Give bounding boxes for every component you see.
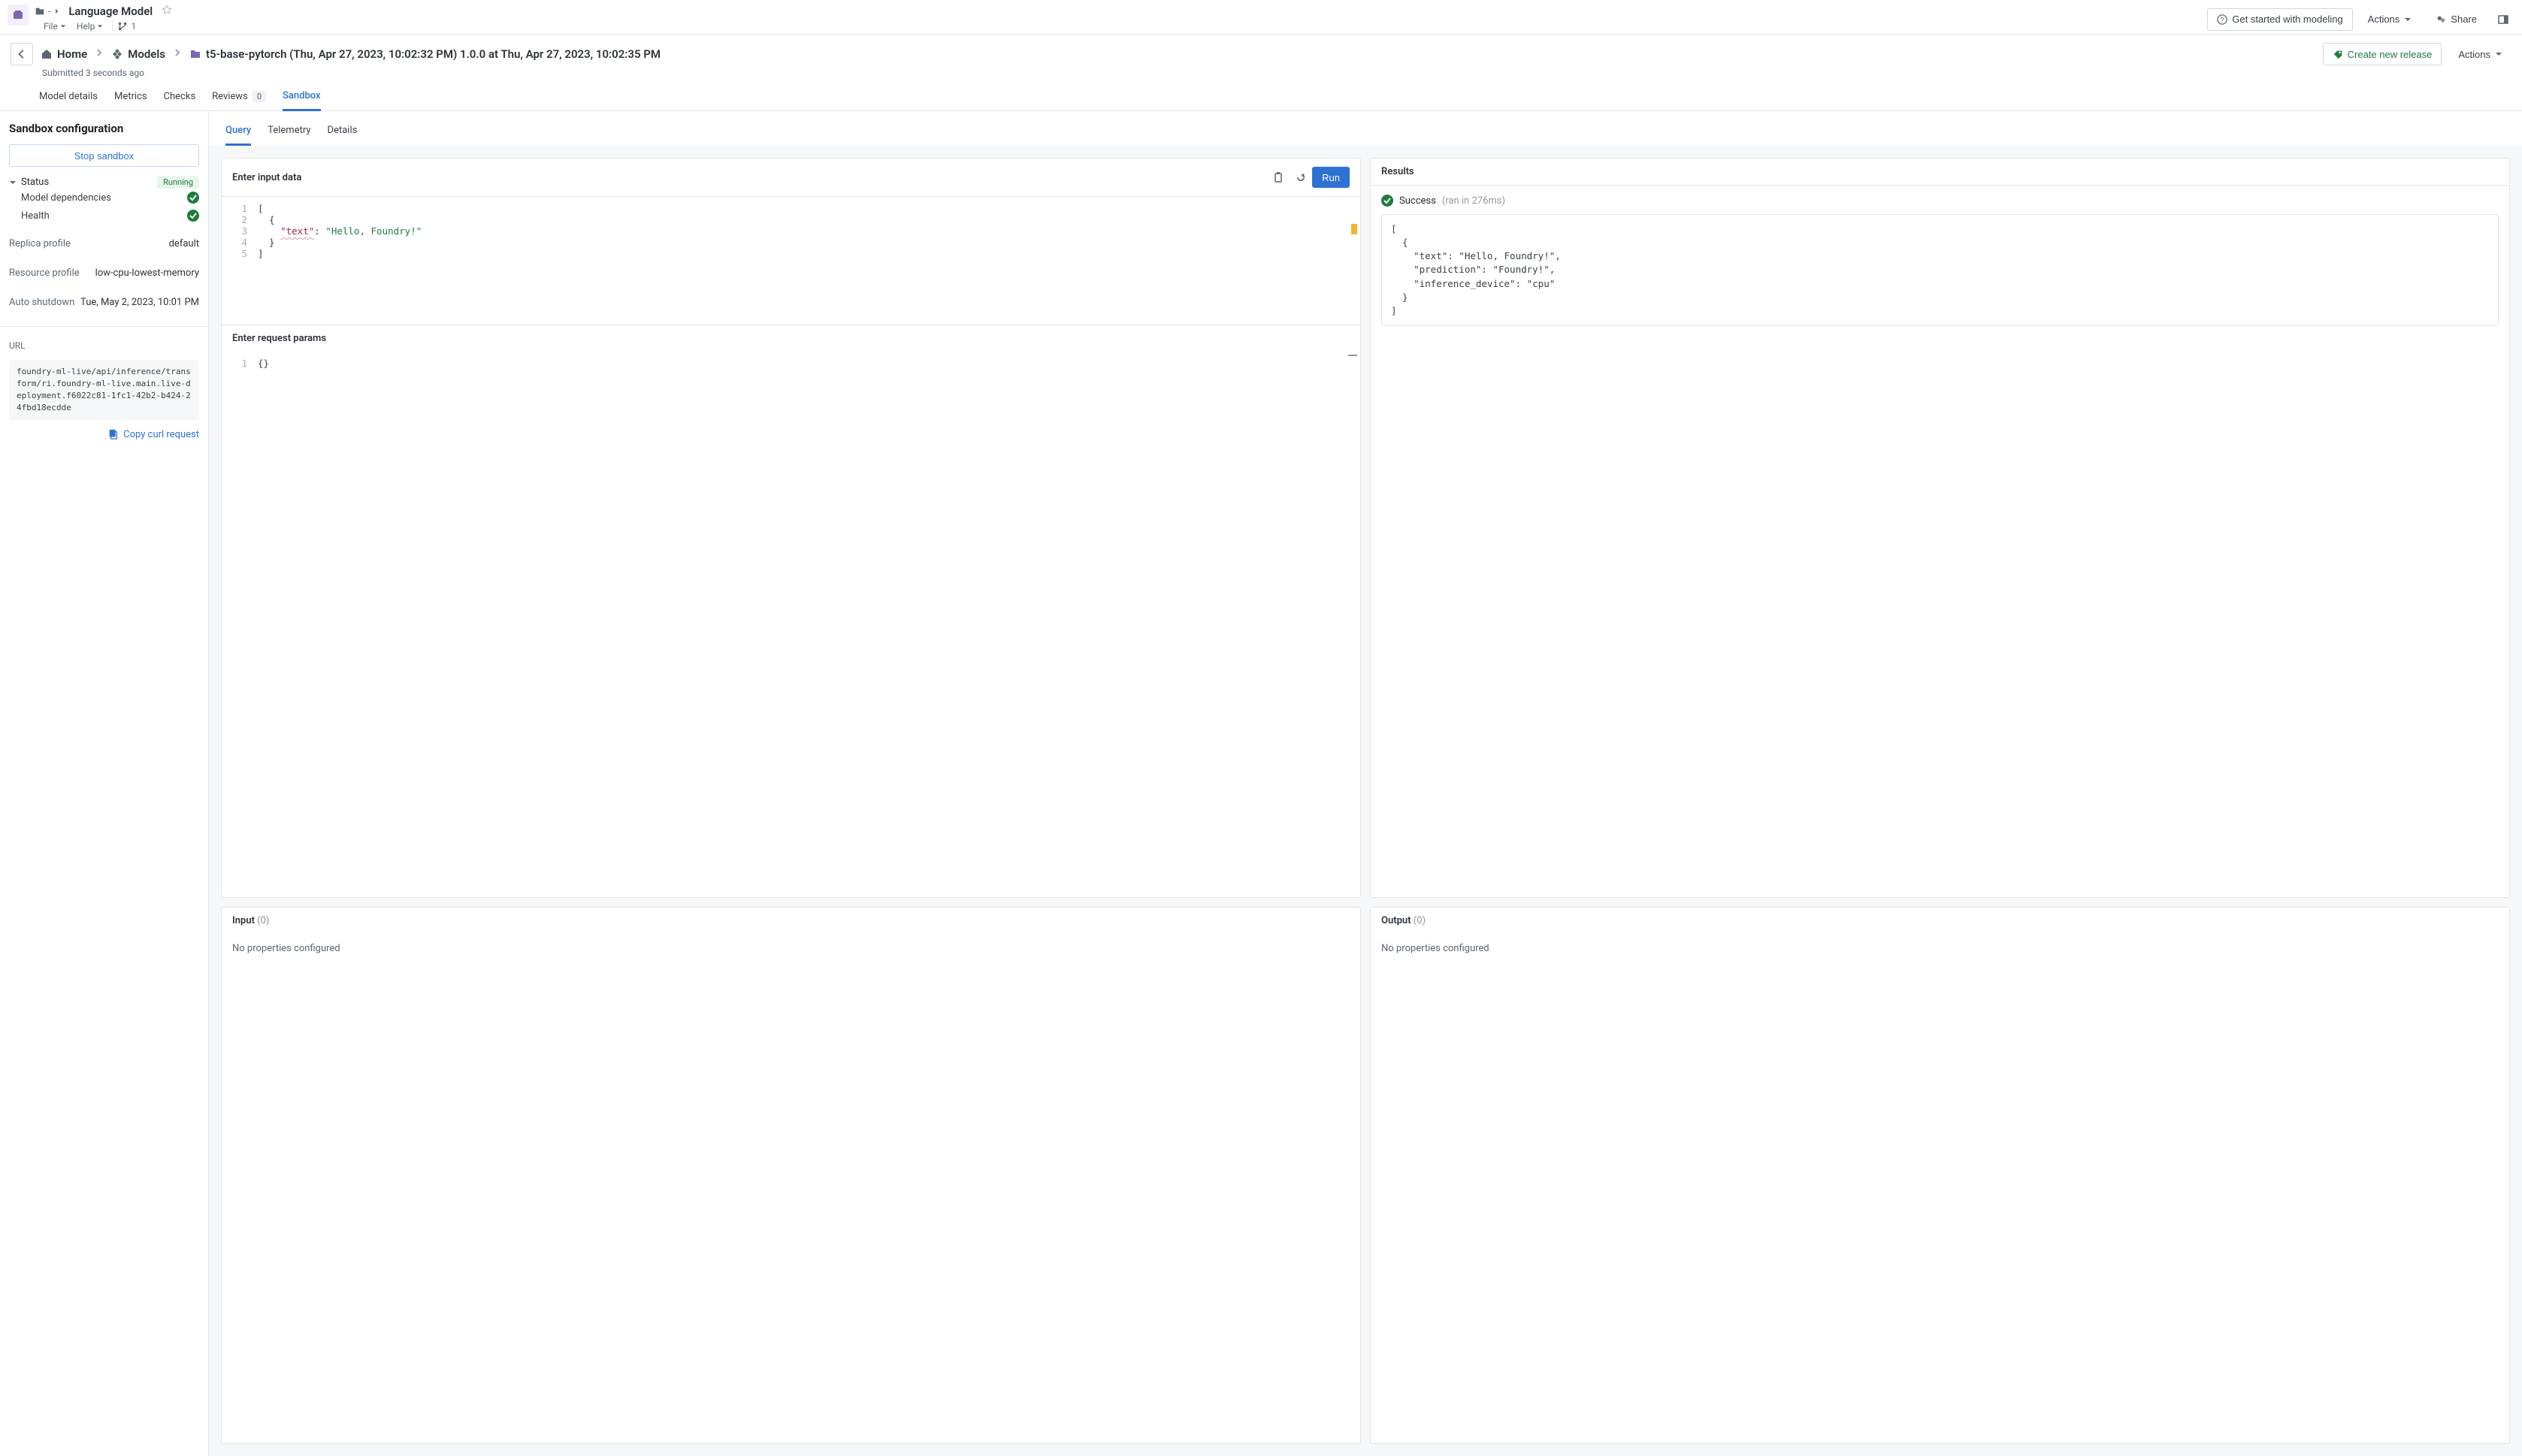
check-circle-icon: [187, 192, 199, 204]
params-editor[interactable]: 1{}: [222, 352, 1360, 419]
reset-icon[interactable]: [1290, 166, 1312, 189]
status-row-deps: Model dependencies: [9, 189, 199, 207]
tab-reviews[interactable]: Reviews 0: [212, 84, 266, 110]
chevron-right-icon: [95, 48, 104, 60]
submitted-label: Submitted 3 seconds ago: [0, 68, 2522, 84]
resource-row: Resource profilelow-cpu-lowest-memory: [9, 263, 199, 283]
svg-text:?: ?: [2221, 16, 2224, 23]
project-chip-label: -: [48, 6, 50, 17]
input-schema-panel: Input (0) No properties configured: [221, 907, 1361, 1445]
app-icon[interactable]: [8, 5, 29, 26]
share-button[interactable]: Share: [2427, 8, 2486, 31]
primary-tabs: Model details Metrics Checks Reviews 0 S…: [0, 84, 2522, 111]
stop-sandbox-button[interactable]: Stop sandbox: [9, 144, 199, 167]
chevron-right-icon: [173, 48, 182, 60]
shutdown-row: Auto shutdownTue, May 2, 2023, 10:01 PM: [9, 292, 199, 313]
reviews-count-badge: 0: [253, 91, 266, 102]
sidebar: Sandbox configuration Stop sandbox Statu…: [0, 111, 209, 1456]
breadcrumb-actions[interactable]: Actions: [2449, 43, 2511, 65]
clipboard-icon[interactable]: [1267, 166, 1290, 189]
panel-toggle-icon[interactable]: [2492, 8, 2514, 31]
input-panel: Enter input data Run 1[ 2 { 3 "text": "H…: [221, 158, 1361, 898]
branch-indicator[interactable]: 1: [117, 21, 136, 32]
crumb-models[interactable]: Models: [111, 47, 165, 61]
check-circle-icon: [1381, 195, 1393, 207]
help-menu[interactable]: Help: [72, 20, 108, 33]
star-icon[interactable]: [162, 5, 172, 18]
result-status-text: Success: [1399, 195, 1436, 207]
params-panel-title: Enter request params: [232, 333, 326, 344]
tab-model-details[interactable]: Model details: [39, 84, 98, 110]
output-schema-panel: Output (0) No properties configured: [1370, 907, 2510, 1445]
branch-count: 1: [131, 21, 136, 32]
url-label: URL: [9, 340, 199, 351]
run-button[interactable]: Run: [1312, 167, 1350, 188]
tab-metrics[interactable]: Metrics: [114, 84, 147, 110]
check-circle-icon: [187, 210, 199, 222]
input-schema-title: Input (0): [232, 915, 269, 926]
results-panel-title: Results: [1381, 166, 1414, 177]
file-menu[interactable]: File: [39, 20, 71, 33]
result-status: Success (ran in 276ms): [1381, 195, 2499, 207]
url-value[interactable]: foundry-ml-live/api/inference/transform/…: [9, 360, 199, 420]
input-schema-empty: No properties configured: [232, 943, 340, 954]
titlebar-actions[interactable]: Actions: [2359, 8, 2421, 31]
get-started-button[interactable]: ? Get started with modeling: [2207, 8, 2352, 31]
copy-curl-link[interactable]: Copy curl request: [9, 429, 199, 440]
file-menu-bar: File Help 1: [39, 20, 136, 33]
result-timing: (ran in 276ms): [1442, 195, 1505, 207]
output-schema-empty: No properties configured: [1381, 943, 1489, 954]
titlebar: - Language Model File Help 1 ? Get start…: [0, 0, 2522, 35]
project-chip[interactable]: -: [35, 6, 61, 17]
results-panel: Results Success (ran in 276ms) [ { "text…: [1370, 158, 2510, 898]
subtab-query[interactable]: Query: [225, 120, 251, 146]
input-editor[interactable]: 1[ 2 { 3 "text": "Hello, Foundry!" 4 } 5…: [222, 197, 1360, 325]
status-section-toggle[interactable]: Status Running: [9, 176, 199, 189]
page-title: Language Model: [68, 5, 153, 18]
result-json[interactable]: [ { "text": "Hello, Foundry!", "predicti…: [1381, 214, 2499, 326]
crumb-home[interactable]: Home: [41, 47, 87, 61]
editor-warning-marker: [1351, 224, 1357, 234]
replica-row: Replica profiledefault: [9, 234, 199, 254]
sidebar-heading: Sandbox configuration: [9, 122, 199, 135]
tab-checks[interactable]: Checks: [164, 84, 196, 110]
status-pill: Running: [157, 176, 199, 189]
sub-tabs: Query Telemetry Details: [209, 111, 2522, 146]
subtab-details[interactable]: Details: [328, 120, 358, 146]
tab-sandbox[interactable]: Sandbox: [283, 84, 321, 111]
crumb-version: t5-base-pytorch (Thu, Apr 27, 2023, 10:0…: [189, 47, 661, 61]
editor-minimap-mark: [1348, 355, 1357, 356]
status-row-health: Health: [9, 207, 199, 225]
status-label: Status: [21, 177, 49, 188]
back-button[interactable]: [11, 43, 33, 65]
subtab-telemetry[interactable]: Telemetry: [268, 120, 310, 146]
input-panel-title: Enter input data: [232, 172, 301, 183]
create-release-button[interactable]: Create new release: [2323, 43, 2442, 65]
output-schema-title: Output (0): [1381, 915, 1426, 926]
